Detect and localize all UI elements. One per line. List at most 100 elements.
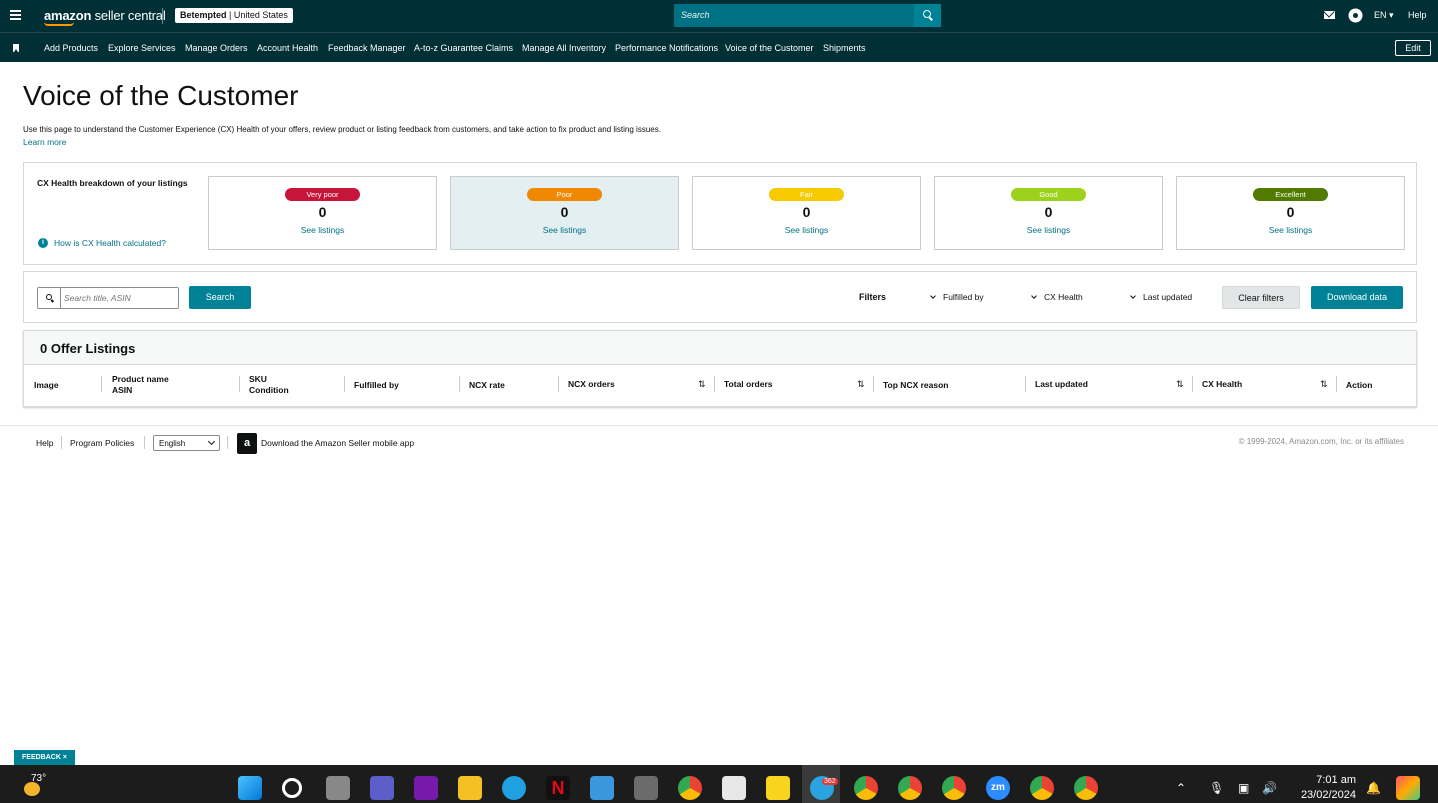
learn-more-link[interactable]: Learn more <box>23 137 66 147</box>
see-listings-link[interactable]: See listings <box>451 225 678 235</box>
chevron-up-icon[interactable]: ⌃ <box>1176 781 1186 795</box>
col-top-ncx-reason[interactable]: Top NCX reason <box>883 380 949 391</box>
sort-icon[interactable]: ⇅ <box>1176 379 1184 390</box>
col-fulfilled-by[interactable]: Fulfilled by <box>354 380 399 391</box>
feedback-button[interactable]: FEEDBACK × <box>14 750 75 765</box>
bookmark-bar: Add Products Explore Services Manage Ord… <box>0 32 1438 62</box>
cx-card-good[interactable]: Good 0 See listings <box>934 176 1163 250</box>
col-product-name[interactable]: Product name ASIN <box>112 374 169 396</box>
notepad-icon[interactable] <box>590 776 614 800</box>
netflix-icon[interactable]: N <box>546 776 570 800</box>
clear-filters-button[interactable]: Clear filters <box>1222 286 1300 309</box>
footer-language-select[interactable]: English <box>153 435 220 451</box>
listing-search-input[interactable] <box>64 290 174 306</box>
cx-card-poor[interactable]: Poor 0 See listings <box>450 176 679 250</box>
cx-health-calculation-link[interactable]: How is CX Health calculated? <box>54 238 166 248</box>
sticky-notes-icon[interactable] <box>766 776 790 800</box>
see-listings-link[interactable]: See listings <box>693 225 920 235</box>
chrome-profile-icon[interactable] <box>1074 776 1098 800</box>
microphone-icon[interactable]: 🎙 <box>1209 781 1224 795</box>
calculator-icon[interactable] <box>634 776 658 800</box>
col-last-updated[interactable]: Last updated <box>1035 379 1088 390</box>
store-selector[interactable]: Betempted | United States <box>175 8 293 23</box>
col-ncx-orders[interactable]: NCX orders <box>568 379 615 390</box>
mobile-app-link[interactable]: Download the Amazon Seller mobile app <box>261 438 414 448</box>
bookmark-icon[interactable] <box>13 44 19 52</box>
help-link[interactable]: Help <box>1408 10 1427 20</box>
column-divider <box>344 376 345 392</box>
nav-shipments[interactable]: Shipments <box>823 43 866 53</box>
col-total-orders[interactable]: Total orders <box>724 379 773 390</box>
menu-icon[interactable] <box>10 10 21 20</box>
search-icon[interactable] <box>282 778 302 798</box>
snipping-tool-icon[interactable] <box>722 776 746 800</box>
cx-card-fair[interactable]: Fair 0 See listings <box>692 176 921 250</box>
fulfilled-by-dropdown[interactable]: Fulfilled by <box>930 292 984 302</box>
see-listings-link[interactable]: See listings <box>1177 225 1404 235</box>
global-search-input[interactable]: Search <box>674 4 914 27</box>
listing-count: 0 <box>1044 204 1053 220</box>
copilot-icon[interactable] <box>1396 776 1420 800</box>
nav-feedback-manager[interactable]: Feedback Manager <box>328 43 406 53</box>
language-selector[interactable]: EN ▾ <box>1374 10 1394 21</box>
nav-voice-of-customer[interactable]: Voice of the Customer <box>725 43 814 53</box>
col-image: Image <box>34 380 59 390</box>
listing-search[interactable] <box>37 287 179 309</box>
see-listings-link[interactable]: See listings <box>209 225 436 235</box>
edge-icon[interactable] <box>502 776 526 800</box>
cx-card-excellent[interactable]: Excellent 0 See listings <box>1176 176 1405 250</box>
onenote-icon[interactable] <box>414 776 438 800</box>
nav-atoz-claims[interactable]: A-to-z Guarantee Claims <box>414 43 513 53</box>
download-data-button[interactable]: Download data <box>1311 286 1403 309</box>
notifications-icon[interactable]: 🔔 <box>1366 781 1381 795</box>
nav-account-health[interactable]: Account Health <box>257 43 318 53</box>
file-explorer-icon[interactable] <box>458 776 482 800</box>
footer-help-link[interactable]: Help <box>36 438 53 448</box>
sort-icon[interactable]: ⇅ <box>857 379 865 390</box>
nav-manage-orders[interactable]: Manage Orders <box>185 43 248 53</box>
mail-icon[interactable] <box>1324 11 1335 19</box>
col-ncx-rate[interactable]: NCX rate <box>469 380 505 391</box>
nav-add-products[interactable]: Add Products <box>44 43 98 53</box>
global-search-button[interactable] <box>914 4 941 27</box>
last-updated-dropdown[interactable]: Last updated <box>1130 292 1192 302</box>
footer-divider <box>0 425 1438 426</box>
table-title-bar: 0 Offer Listings <box>24 331 1416 365</box>
listing-count: 0 <box>1286 204 1295 220</box>
chrome-icon[interactable] <box>678 776 702 800</box>
zoom-icon[interactable]: zm <box>986 776 1010 800</box>
task-view-icon[interactable] <box>326 776 350 800</box>
footer-program-policies-link[interactable]: Program Policies <box>70 438 134 448</box>
filters-label: Filters <box>859 292 887 302</box>
nav-manage-inventory[interactable]: Manage All Inventory <box>522 43 606 53</box>
network-icon[interactable]: ▣ <box>1238 781 1249 795</box>
chrome-profile-icon[interactable] <box>898 776 922 800</box>
chrome-profile-icon[interactable] <box>942 776 966 800</box>
column-divider <box>1025 376 1026 392</box>
see-listings-link[interactable]: See listings <box>935 225 1162 235</box>
gear-icon[interactable] <box>1350 10 1361 21</box>
sort-icon[interactable]: ⇅ <box>1320 379 1328 390</box>
search-icon <box>923 10 931 18</box>
col-sku[interactable]: SKU Condition <box>249 374 289 396</box>
chrome-profile-icon[interactable] <box>1030 776 1054 800</box>
sort-icon[interactable]: ⇅ <box>698 379 706 390</box>
cx-health-heading: CX Health breakdown of your listings <box>37 178 188 188</box>
start-icon[interactable] <box>238 776 262 800</box>
teams-icon[interactable] <box>370 776 394 800</box>
nav-explore-services[interactable]: Explore Services <box>108 43 176 53</box>
nav-performance-notifications[interactable]: Performance Notifications <box>615 43 718 53</box>
amazon-app-icon[interactable]: a <box>237 433 257 454</box>
clock[interactable]: 7:01 am 23/02/2024 <box>1294 774 1356 801</box>
cx-health-dropdown[interactable]: CX Health <box>1031 292 1083 302</box>
listing-count: 0 <box>802 204 811 220</box>
chrome-profile-icon[interactable] <box>854 776 878 800</box>
volume-icon[interactable]: 🔊 <box>1262 781 1277 795</box>
logo[interactable]: amazon seller central <box>44 8 166 23</box>
col-cx-health[interactable]: CX Health <box>1202 379 1242 390</box>
column-divider <box>558 376 559 392</box>
cx-card-very-poor[interactable]: Very poor 0 See listings <box>208 176 437 250</box>
search-button[interactable]: Search <box>189 286 251 309</box>
weather-icon[interactable] <box>24 782 40 796</box>
edit-button[interactable]: Edit <box>1395 40 1431 56</box>
